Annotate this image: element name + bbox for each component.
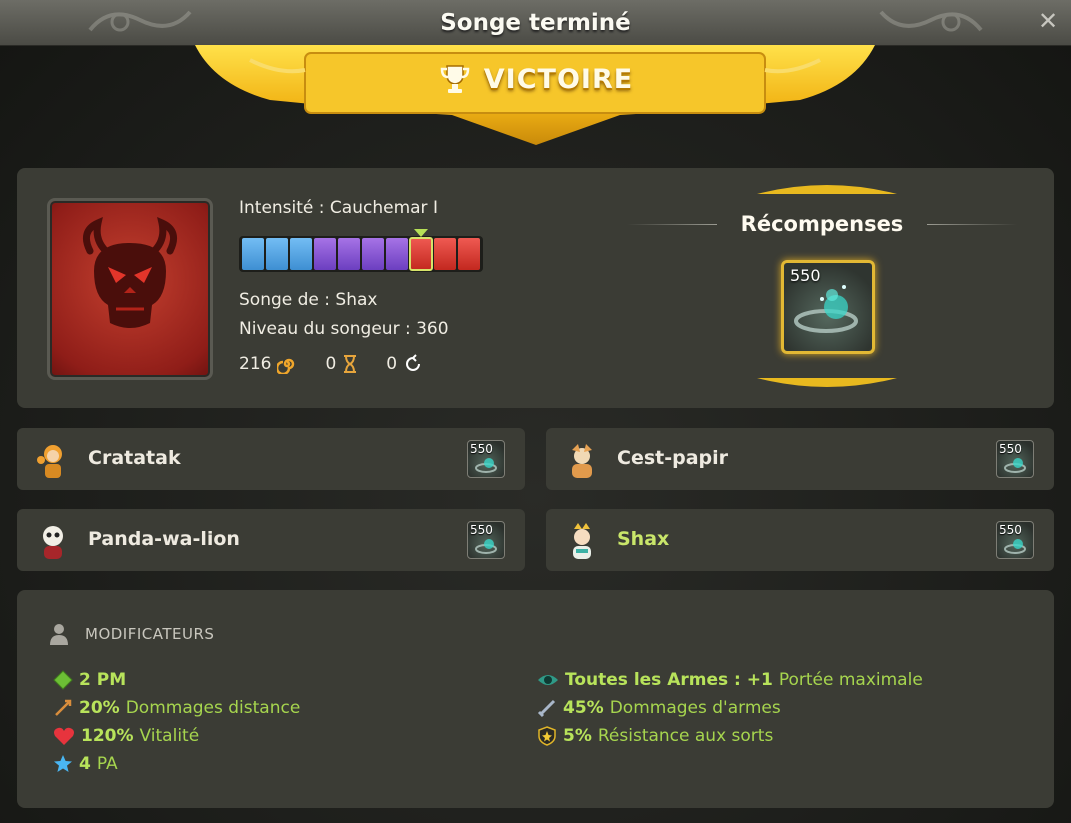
modifier-text: Vitalité	[139, 726, 200, 746]
modifier-item: 20% Dommages distance	[53, 698, 300, 718]
panda-wa-lion-avatar-icon	[43, 526, 63, 559]
dream-boss-portrait	[47, 198, 213, 380]
player-name: Panda-wa-lion	[88, 528, 240, 550]
divider	[927, 224, 1017, 225]
player-name: Shax	[617, 528, 670, 550]
intensity-segment	[242, 238, 264, 270]
shax-avatar-icon	[573, 523, 591, 559]
player-reward-slot[interactable]: 550	[467, 440, 505, 478]
modifier-value: 120%	[81, 726, 134, 746]
victory-label-row: VICTOIRE	[0, 62, 1071, 96]
modifier-value: 20%	[79, 698, 120, 718]
cratatak-avatar-icon	[37, 445, 62, 478]
modifier-value: 5%	[563, 726, 592, 746]
divider	[627, 224, 717, 225]
dreamer-level-label: Niveau du songeur : 360	[239, 319, 449, 339]
spiral-icon	[277, 358, 295, 374]
victory-banner	[195, 45, 875, 145]
modifiers-title: MODIFICATEURS	[85, 625, 215, 643]
swirl-ornament-icon	[88, 10, 192, 32]
stat-value: 0	[386, 354, 398, 374]
intensity-segment	[290, 238, 312, 270]
modifier-item: 4 PA	[53, 754, 118, 774]
player-row[interactable]: Cratatak 550	[17, 428, 525, 490]
modifier-text: Résistance aux sorts	[597, 726, 774, 746]
modifier-value: 2 PM	[79, 670, 127, 690]
stat-spiral: 216	[239, 354, 297, 374]
shield-icon	[538, 726, 556, 746]
player-reward-slot[interactable]: 550	[467, 521, 505, 559]
stat-hourglass: 0	[325, 354, 358, 374]
player-reward-slot[interactable]: 550	[996, 440, 1034, 478]
trophy-icon	[440, 65, 470, 93]
rewards-title: Récompenses	[740, 212, 904, 236]
modifiers-header: MODIFICATEURS	[47, 622, 214, 646]
blue-star-icon	[54, 755, 72, 772]
player-row[interactable]: Panda-wa-lion 550	[17, 509, 525, 571]
reward-item-slot[interactable]: 550	[781, 260, 875, 354]
dream-orb-icon	[475, 539, 497, 554]
dream-orb-icon	[1004, 539, 1026, 554]
reward-quantity: 550	[790, 266, 821, 285]
title-bar: Songe terminé ✕	[0, 0, 1071, 46]
player-row[interactable]: Cest-papir 550	[546, 428, 1054, 490]
intensity-segment	[434, 238, 456, 270]
player-name: Cest-papir	[617, 447, 729, 469]
dream-summary-panel: Intensité : Cauchemar I Songe de : Shax …	[17, 168, 1054, 408]
intensity-label: Intensité : Cauchemar I	[239, 198, 438, 218]
window-title: Songe terminé	[440, 9, 631, 36]
person-icon	[50, 624, 68, 645]
modifier-item: Toutes les Armes : +1 Portée maximale	[537, 670, 923, 690]
modifier-item: 45% Dommages d'armes	[537, 698, 781, 718]
intensity-segment	[266, 238, 288, 270]
modifier-item: 120% Vitalité	[53, 726, 199, 746]
player-row-highlighted[interactable]: Shax 550	[546, 509, 1054, 571]
intensity-segment	[362, 238, 384, 270]
dreamer-label: Songe de : Shax	[239, 290, 378, 310]
sword-icon	[537, 699, 556, 718]
modifier-item: 5% Résistance aux sorts	[537, 726, 773, 746]
intensity-segment	[386, 238, 408, 270]
close-icon[interactable]: ✕	[1035, 8, 1061, 34]
modifier-value: Toutes les Armes : +1	[565, 670, 773, 690]
intensity-bar	[239, 236, 483, 272]
modifiers-panel: MODIFICATEURS 2 PM 20% Dommages distance…	[17, 590, 1054, 808]
player-name: Cratatak	[88, 447, 181, 469]
hourglass-icon	[344, 355, 357, 373]
intensity-marker-icon	[414, 229, 428, 237]
modifier-text: PA	[96, 754, 118, 774]
intensity-segment-current	[409, 237, 433, 271]
modifier-item: 2 PM	[53, 670, 126, 690]
dream-orb-icon	[1004, 458, 1026, 473]
rewards-bottom-ornament	[757, 378, 897, 387]
player-reward-slot[interactable]: 550	[996, 521, 1034, 559]
refresh-icon	[406, 354, 421, 371]
green-diamond-icon	[53, 670, 73, 690]
modifier-text: Dommages d'armes	[609, 698, 781, 718]
intensity-segment	[314, 238, 336, 270]
swirl-ornament-icon	[879, 10, 983, 32]
intensity-segment	[338, 238, 360, 270]
stat-value: 216	[239, 354, 272, 374]
eye-icon	[538, 675, 558, 685]
rewards-top-ornament	[757, 185, 897, 194]
modifier-text: Portée maximale	[778, 670, 923, 690]
modifier-value: 45%	[563, 698, 604, 718]
bow-icon	[55, 699, 72, 716]
heart-icon	[54, 727, 74, 745]
modifier-text: Dommages distance	[125, 698, 301, 718]
dream-orb-icon	[475, 458, 497, 473]
dream-orb-icon	[794, 285, 858, 333]
modifier-value: 4	[79, 754, 91, 774]
intensity-segment	[458, 238, 480, 270]
stat-refresh: 0	[386, 354, 423, 374]
victory-label: VICTOIRE	[483, 63, 634, 95]
cest-papir-avatar-icon	[572, 444, 592, 478]
stat-value: 0	[325, 354, 337, 374]
dream-stats: 216 0 0	[239, 354, 423, 374]
demon-skull-icon	[82, 216, 178, 328]
